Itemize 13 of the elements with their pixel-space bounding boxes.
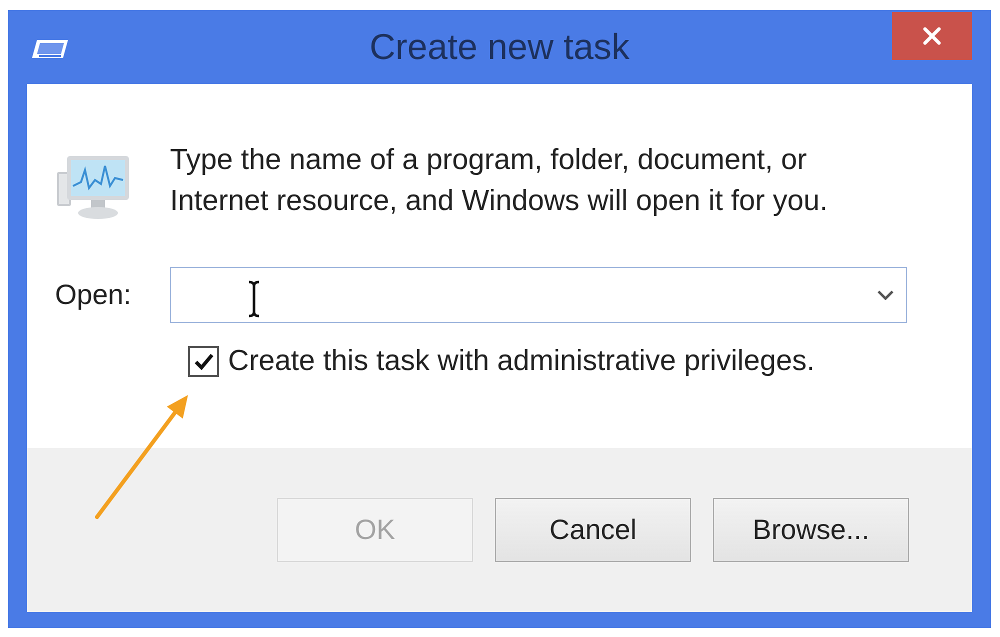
window-title: Create new task — [369, 29, 630, 65]
text-cursor-icon — [247, 280, 261, 318]
instruction-text: Type the name of a program, folder, document, or Internet resource, and Windows will open it for you. — [170, 143, 829, 219]
admin-checkbox[interactable] — [188, 346, 219, 378]
open-label: Open: — [55, 278, 132, 312]
close-icon — [923, 27, 941, 45]
app-icon — [31, 39, 69, 59]
close-button[interactable] — [892, 12, 972, 60]
checkmark-icon — [194, 353, 214, 370]
admin-checkbox-label: Create this task with administrative privileges. — [228, 344, 815, 379]
dialog-button[interactable]: Cancel — [495, 498, 691, 562]
dialog-button[interactable]: Browse... — [713, 498, 909, 562]
chevron-down-icon[interactable] — [877, 290, 894, 300]
